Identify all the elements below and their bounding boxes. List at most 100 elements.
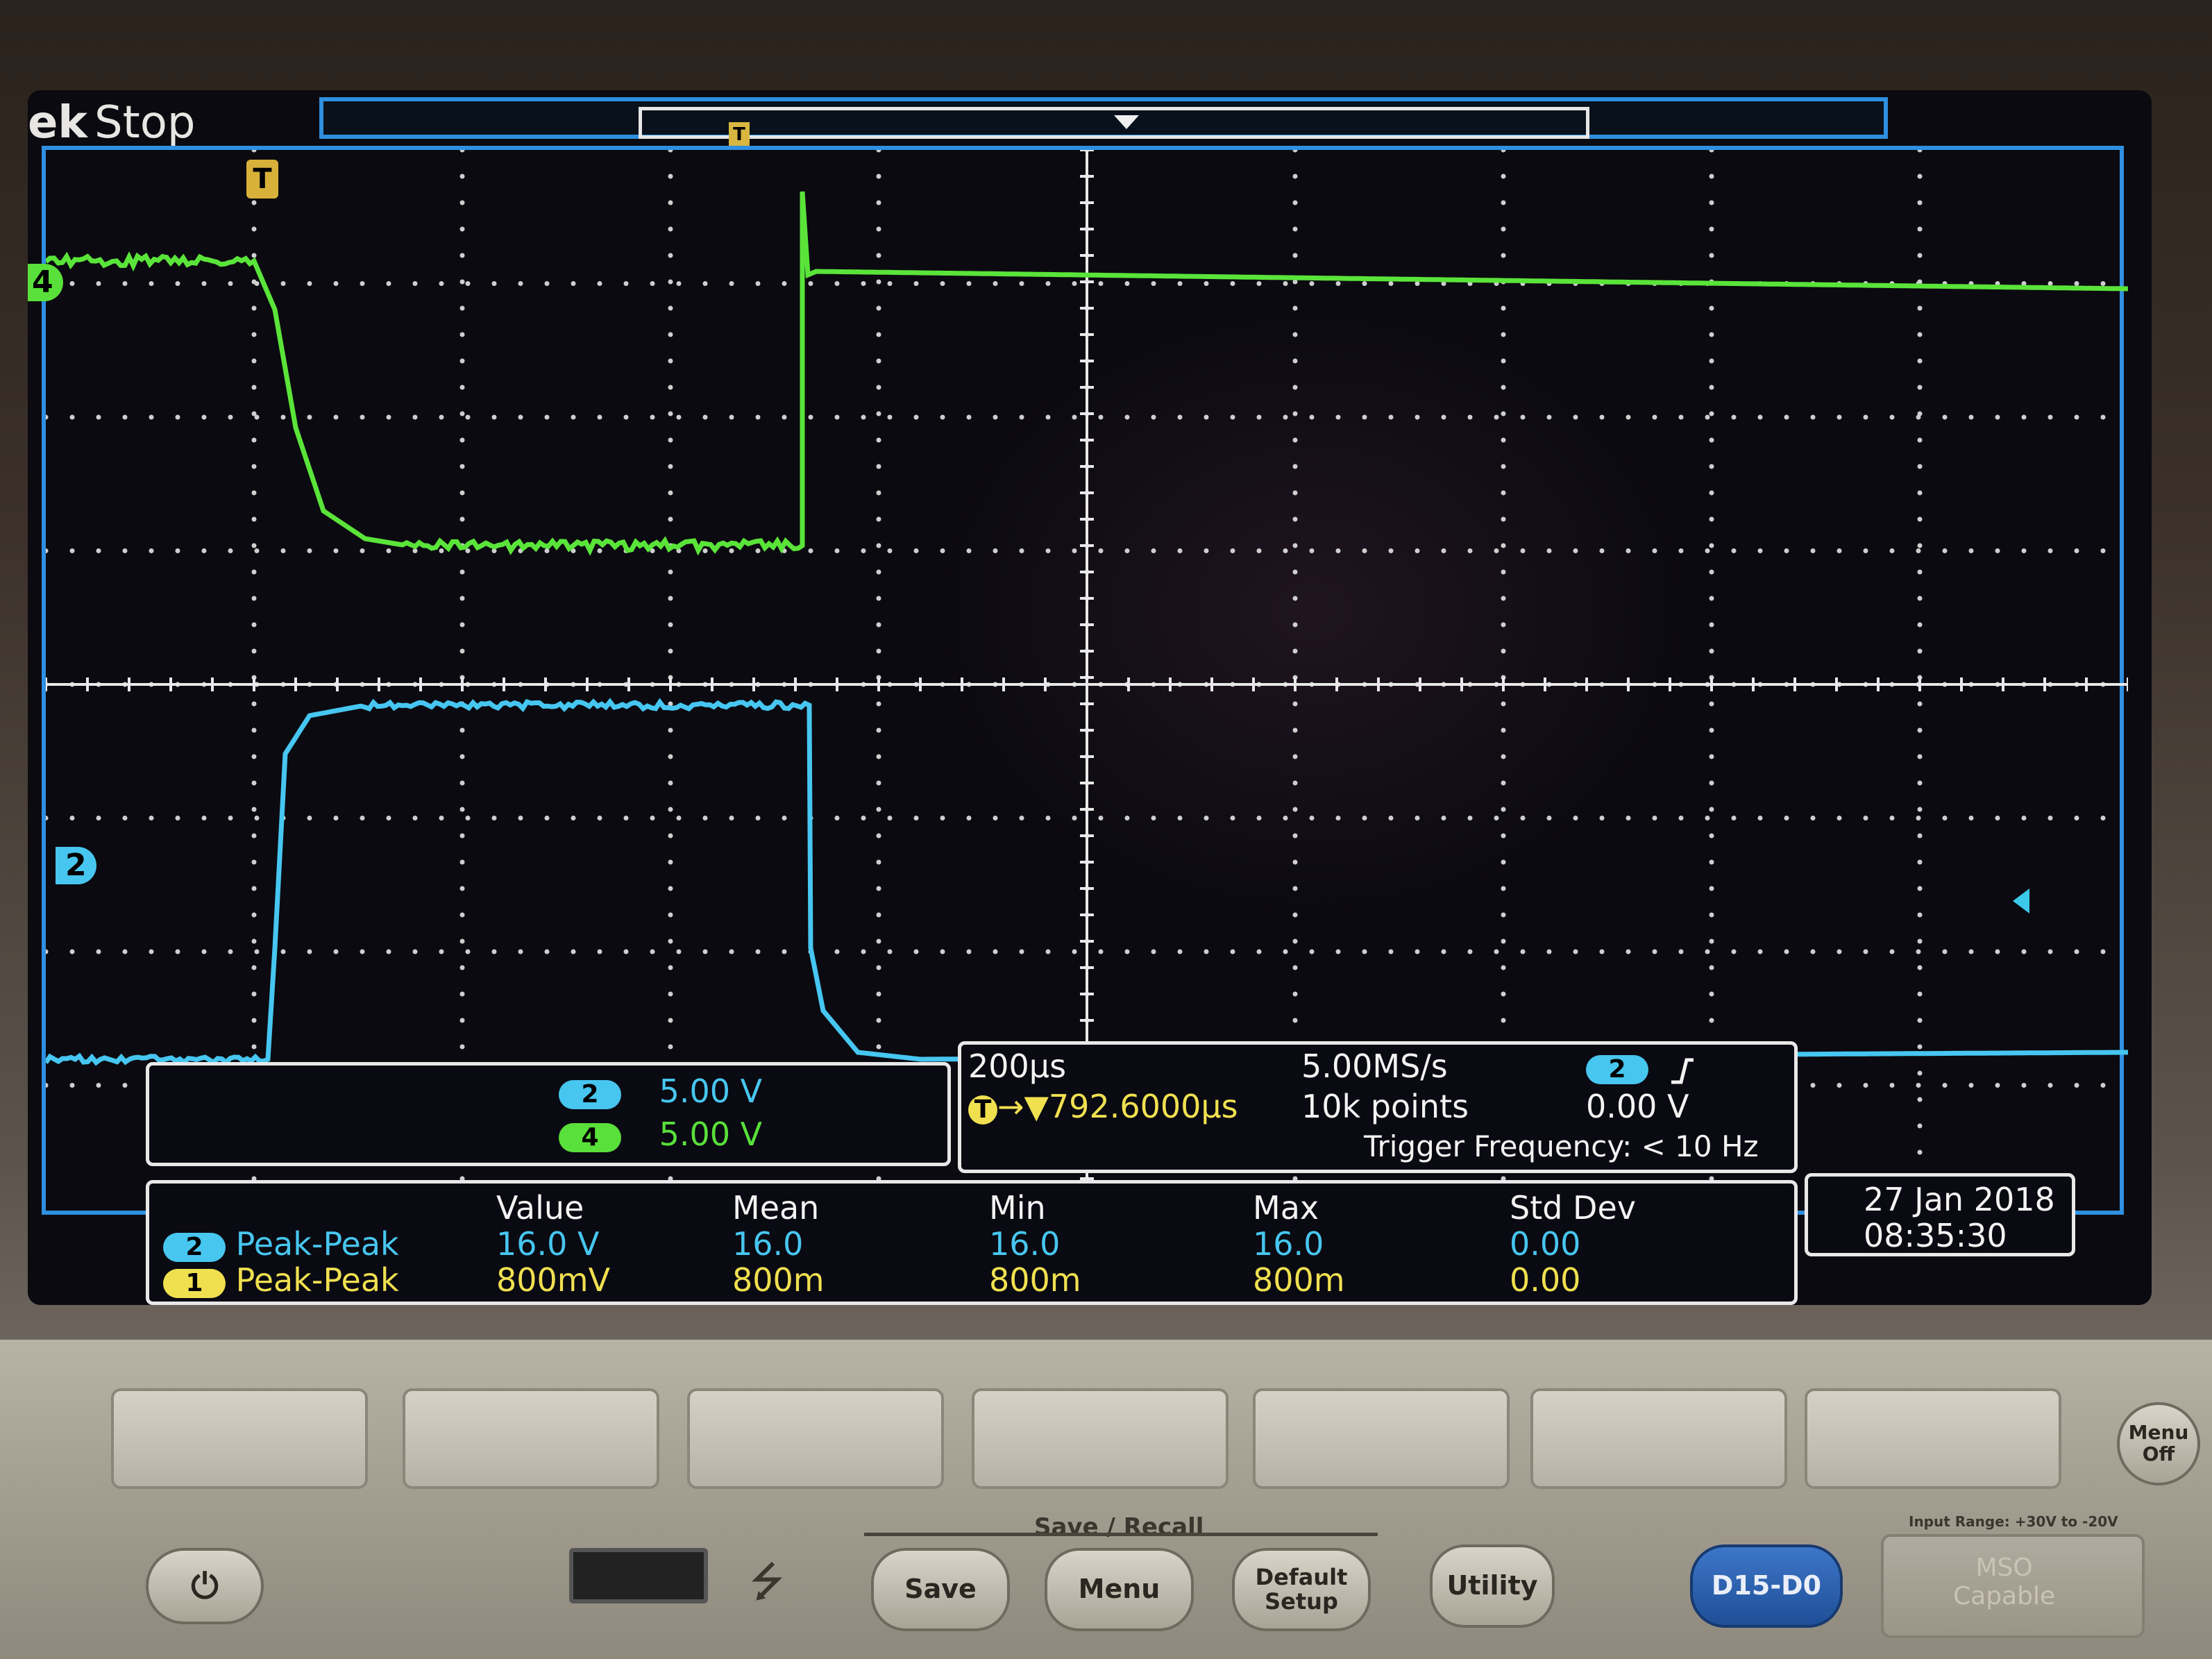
grid-dot: [1501, 517, 1506, 522]
usb-port[interactable]: [569, 1548, 708, 1603]
grid-dot: [518, 415, 523, 420]
grid-dot: [466, 950, 471, 954]
grid-dot: [1918, 992, 1923, 997]
grid-dot: [1468, 415, 1473, 420]
grid-dot: [334, 816, 339, 820]
grid-dot: [877, 702, 881, 707]
ch4-ground-marker[interactable]: 4: [28, 264, 63, 301]
grid-dot: [1257, 816, 1262, 820]
ch2-ground-marker[interactable]: 2: [56, 847, 96, 884]
grid-dot: [334, 281, 339, 286]
grid-dot: [571, 281, 576, 286]
grid-dot: [888, 950, 893, 954]
bottom-softkey-7[interactable]: [1805, 1388, 2061, 1489]
grid-dot: [1125, 950, 1130, 954]
digital-channels-button[interactable]: D15-D0: [1690, 1544, 1843, 1628]
date-text: 27 Jan 2018: [1864, 1181, 2055, 1218]
grid-dot: [2075, 415, 2079, 420]
grid-dot: [1336, 950, 1341, 954]
trigger-position-readout[interactable]: T →▼792.6000µs: [968, 1088, 1238, 1125]
grid-dot: [861, 950, 866, 954]
bottom-softkey-6[interactable]: [1530, 1388, 1787, 1489]
grid-dot: [1995, 548, 2000, 553]
grid-dot: [668, 464, 673, 469]
grid-dot: [307, 816, 312, 820]
grid-dot: [914, 548, 919, 553]
grid-dot: [1918, 1097, 1923, 1102]
grid-dot: [1231, 281, 1235, 286]
grid-dot: [2075, 281, 2079, 286]
grid-dot: [460, 227, 465, 232]
bottom-softkey-2[interactable]: [403, 1388, 659, 1489]
grid-dot: [149, 281, 154, 286]
grid-dot: [252, 544, 257, 548]
menu-button[interactable]: Menu: [1045, 1548, 1194, 1631]
grid-dot: [2075, 816, 2079, 820]
trigger-source[interactable]: 2: [1586, 1047, 1696, 1085]
grid-dot: [1918, 781, 1923, 786]
grid-dot: [1231, 415, 1235, 420]
save-button[interactable]: Save: [871, 1548, 1010, 1631]
grid-dot: [1046, 415, 1051, 420]
grid-dot: [1415, 816, 1420, 820]
grid-dot: [1916, 548, 1921, 553]
trigger-position-marker[interactable]: T: [246, 160, 278, 199]
grid-dot: [1231, 816, 1235, 820]
bottom-softkey-1[interactable]: [111, 1388, 368, 1489]
grid-dot: [1501, 359, 1506, 364]
grid-dot: [1890, 415, 1895, 420]
grid-dot: [1969, 950, 1974, 954]
trigger-frequency: Trigger Frequency: < 10 Hz: [1364, 1129, 1759, 1163]
grid-dot: [1501, 939, 1506, 944]
grid-dot: [1626, 950, 1631, 954]
utility-button[interactable]: Utility: [1430, 1544, 1555, 1628]
trigger-level-arrow[interactable]: [2013, 889, 2029, 913]
ch2-scale-row[interactable]: 2 5.00 V: [559, 1072, 762, 1110]
measure-header-min: Min: [989, 1189, 1046, 1227]
menu-off-button[interactable]: Menu Off: [2117, 1402, 2200, 1485]
default-setup-button[interactable]: Default Setup: [1232, 1548, 1371, 1631]
grid-dot: [877, 332, 881, 337]
grid-dot: [668, 649, 673, 654]
bottom-softkey-3[interactable]: [687, 1388, 944, 1489]
grid-dot: [1293, 174, 1298, 179]
grid-dot: [252, 517, 257, 522]
grid-dot: [2048, 281, 2053, 286]
grid-dot: [1709, 412, 1714, 416]
grid-dot: [877, 860, 881, 865]
measure-ch2-std: 0.00: [1510, 1225, 1580, 1263]
grid-dot: [1468, 548, 1473, 553]
power-button[interactable]: ⏻: [146, 1548, 264, 1624]
grid-dot: [1784, 548, 1789, 553]
grid-dot: [1918, 1018, 1923, 1023]
grid-dot: [1125, 415, 1130, 420]
trigger-level[interactable]: 0.00 V: [1586, 1088, 1689, 1125]
grid-dot: [2022, 816, 2027, 820]
bottom-softkey-5[interactable]: [1253, 1388, 1510, 1489]
grid-dot: [703, 281, 708, 286]
grid-dot: [677, 415, 682, 420]
grid-dot: [668, 807, 673, 812]
grid-dot: [1178, 950, 1183, 954]
grid-dot: [668, 913, 673, 918]
grid-dot: [1918, 174, 1923, 179]
scope-display: ekStop T 4 2 T 2 5.00 V 4 5.00 V 200µs: [28, 90, 2152, 1305]
measure-ch1-max: 800m: [1253, 1261, 1345, 1299]
grid-dot: [252, 834, 257, 839]
grid-dot: [1020, 415, 1024, 420]
grid-dot: [1995, 415, 2000, 420]
grid-dot: [1293, 253, 1298, 258]
time-per-div[interactable]: 200µs: [968, 1047, 1066, 1085]
grid-dot: [96, 415, 101, 420]
grid-dot: [1705, 548, 1710, 553]
grid-dot: [1890, 950, 1895, 954]
brand-logo: ek: [28, 97, 87, 149]
grid-dot: [650, 816, 655, 820]
datetime-panel[interactable]: 27 Jan 2018 08:35:30: [1805, 1173, 2075, 1256]
save-recall-group-line: [864, 1533, 1378, 1536]
grid-dot: [252, 306, 257, 311]
grid-dot: [413, 950, 418, 954]
grid-dot: [1468, 816, 1473, 820]
ch4-scale-row[interactable]: 4 5.00 V: [559, 1115, 762, 1153]
bottom-softkey-4[interactable]: [972, 1388, 1229, 1489]
